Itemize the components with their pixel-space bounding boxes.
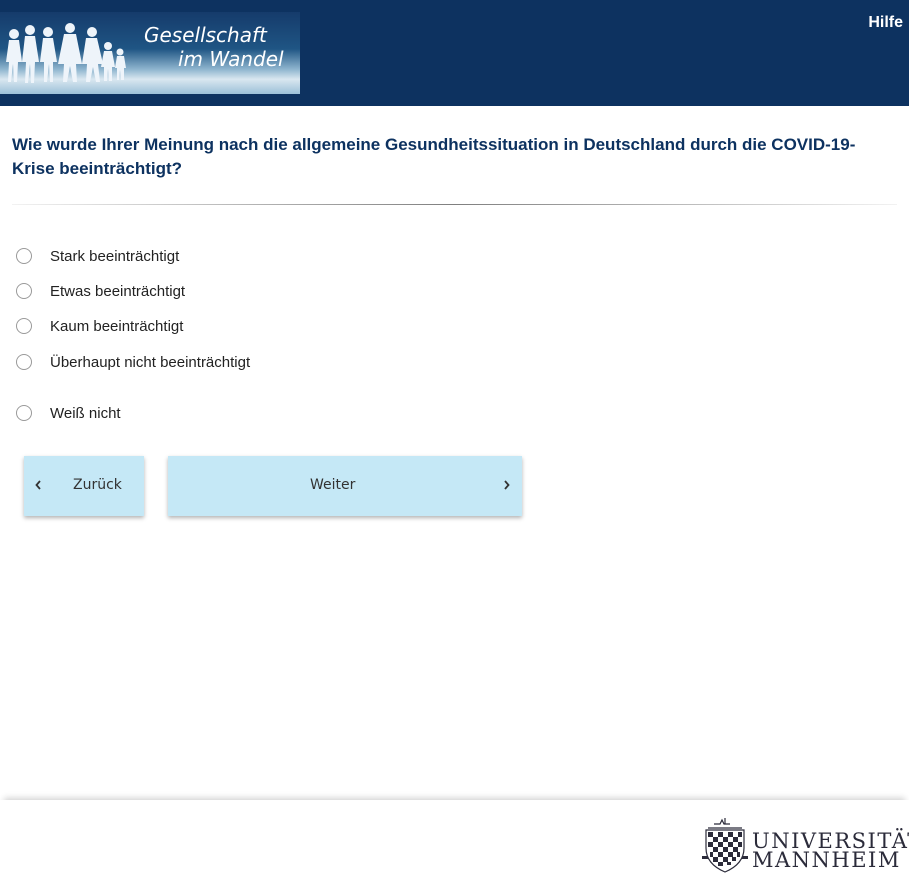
option-label: Etwas beeinträchtigt xyxy=(50,282,186,300)
option-weiss-nicht[interactable]: Weiß nicht xyxy=(16,402,121,424)
logo-text-line2: im Wandel xyxy=(178,47,284,71)
back-button[interactable]: Zurück xyxy=(24,456,144,516)
radio-button[interactable] xyxy=(16,405,32,421)
universitaet-mannheim-logo: UNIVERSITÄT MANNHEIM xyxy=(698,816,909,874)
radio-button[interactable] xyxy=(16,283,32,299)
option-label: Kaum beeinträchtigt xyxy=(50,317,184,335)
option-label: Weiß nicht xyxy=(50,404,121,422)
question-divider xyxy=(12,204,897,205)
header-bar: Gesellschaft im Wandel Hilfe xyxy=(0,0,909,106)
logo-text-line1: Gesellschaft xyxy=(144,23,267,47)
option-etwas-beeintraechtigt[interactable]: Etwas beeinträchtigt xyxy=(16,280,185,302)
next-button-label: Weiter xyxy=(310,477,356,493)
question-text: Wie wurde Ihrer Meinung nach die allgeme… xyxy=(12,135,856,178)
help-link[interactable]: Hilfe xyxy=(868,14,903,32)
radio-button[interactable] xyxy=(16,248,32,264)
university-crest-icon xyxy=(702,818,748,873)
chevron-left-icon xyxy=(35,480,41,490)
radio-button[interactable] xyxy=(16,354,32,370)
university-name-line2: MANNHEIM xyxy=(752,848,901,872)
option-kaum-beeintraechtigt[interactable]: Kaum beeinträchtigt xyxy=(16,315,183,337)
option-ueberhaupt-nicht-beeintraechtigt[interactable]: Überhaupt nicht beeinträchtigt xyxy=(16,351,250,373)
radio-button[interactable] xyxy=(16,318,32,334)
footer: UNIVERSITÄT MANNHEIM xyxy=(0,800,909,884)
gesellschaft-im-wandel-logo: Gesellschaft im Wandel xyxy=(0,12,300,94)
option-label: Überhaupt nicht beeinträchtigt xyxy=(50,353,251,371)
next-button[interactable]: Weiter xyxy=(168,456,522,516)
option-label: Stark beeinträchtigt xyxy=(50,247,180,265)
option-stark-beeintraechtigt[interactable]: Stark beeinträchtigt xyxy=(16,245,179,267)
chevron-right-icon xyxy=(504,480,510,490)
back-button-label: Zurück xyxy=(73,477,122,493)
